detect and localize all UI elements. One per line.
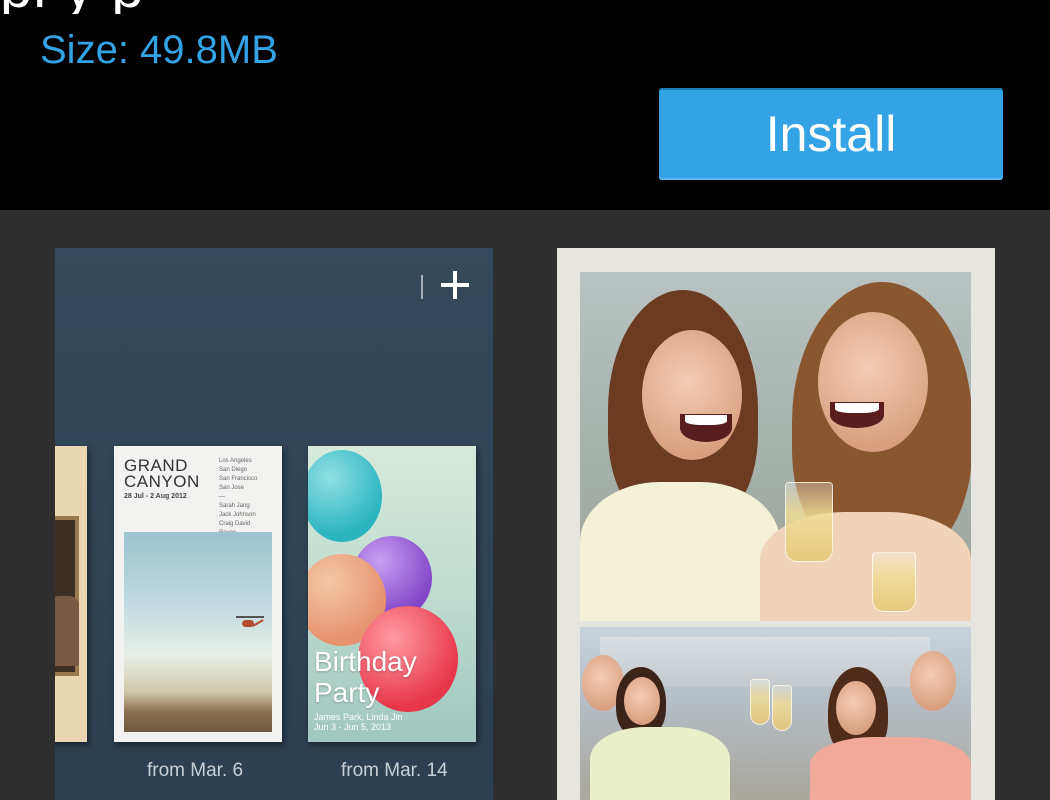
detail-line: Sarah Jang [219,503,250,509]
champagne-glass-image [750,679,770,725]
book-cover-partial [55,446,87,742]
shirt-image [580,482,780,621]
book-caption: from Mar. 14 [341,760,448,781]
shirt-image [810,737,971,800]
face-image [836,681,876,735]
screenshot-1[interactable]: GRAND CANYON 28 Jul - 2 Aug 2012 Los Ang… [55,248,493,800]
plus-icon [437,267,473,303]
face-image [642,330,742,460]
book-title-line1: Birthday [314,646,417,677]
app-title-text: pl y p [0,0,1050,14]
champagne-glass-image [872,552,916,612]
book-subtitle-line2: Jun 3 - Jun 5, 2013 [314,722,392,732]
detail-line: San Jose [219,485,245,491]
book-subtitle: James Park, Linda Jin Jun 3 - Jun 5, 201… [314,712,403,732]
teeth-image [685,415,727,425]
screenshot-2[interactable] [557,248,995,800]
book-title: GRAND CANYON [124,457,200,491]
champagne-glass-image [785,482,833,562]
two-women-laughing-photo [580,272,971,621]
face-image [910,651,956,711]
app-header: pl y p Size: 49.8MB Install [0,0,1050,210]
detail-line: San Francisco [219,476,258,482]
helicopter-icon [236,614,264,630]
install-button[interactable]: Install [659,88,1003,180]
detail-line: San Diego [219,467,248,473]
detail-line: — [219,494,225,500]
book-title-line2: CANYON [124,472,200,491]
book-caption: from Mar. 6 [147,760,244,781]
screenshot-gallery[interactable]: GRAND CANYON 28 Jul - 2 Aug 2012 Los Ang… [0,210,1050,800]
book-subtitle-line1: James Park, Linda Jin [314,712,403,722]
detail-line: Craig David [219,521,251,527]
person-image [55,596,79,666]
book-cover-grand-canyon: GRAND CANYON 28 Jul - 2 Aug 2012 Los Ang… [114,446,282,742]
balloon-image [308,450,382,542]
toolbar-divider [421,275,423,299]
book-dates: 28 Jul - 2 Aug 2012 [124,493,187,500]
book-cover-birthday-party: Birthday Party James Park, Linda Jin Jun… [308,446,476,742]
teeth-image [835,403,879,413]
detail-line: Los Angeles [219,458,252,464]
shirt-image [590,727,730,800]
canyon-photo [124,532,272,732]
app-size-label: Size: 49.8MB [40,28,278,72]
book-detail-list: Los Angeles San Diego San Francisco San … [219,457,257,538]
detail-line: Jack Johnson [219,512,256,518]
face-image [624,677,660,725]
app-title-clipped: pl y p [0,0,1050,14]
group-toast-photo [580,627,971,800]
champagne-glass-image [772,685,792,731]
book-title-line2: Party [314,677,380,708]
face-image [818,312,928,452]
book-title: Birthday Party [314,646,417,708]
